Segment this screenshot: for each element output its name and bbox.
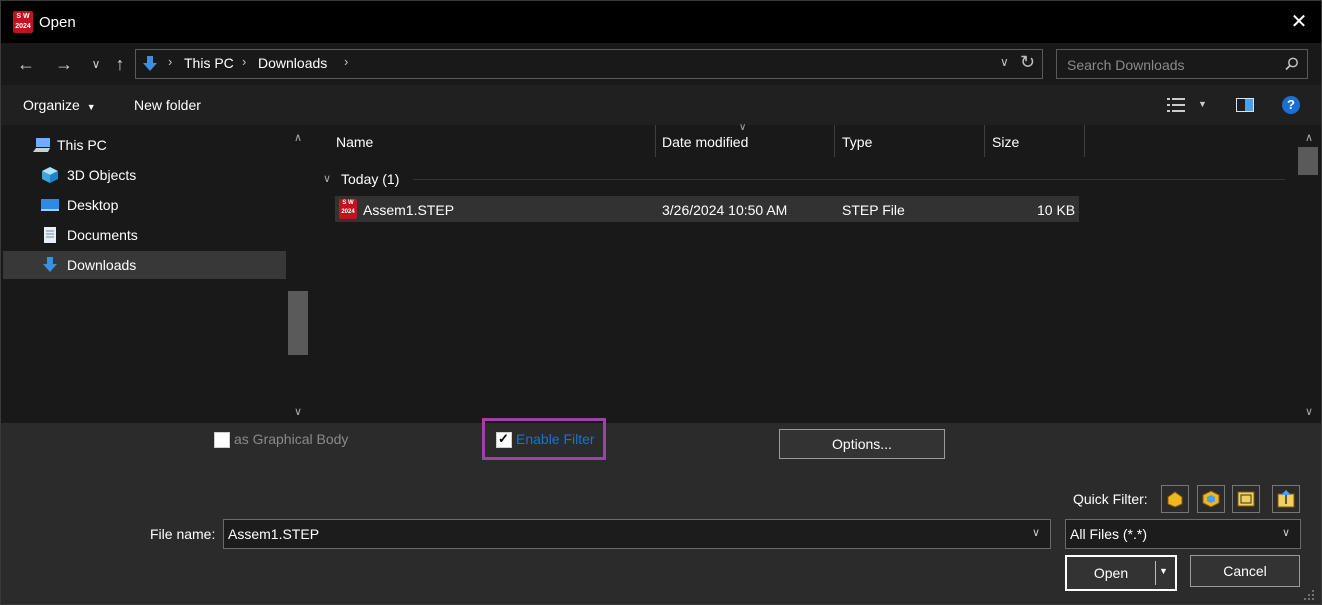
enable-filter-label[interactable]: Enable Filter — [516, 431, 595, 447]
sidebar-item-documents[interactable]: Documents — [3, 221, 286, 249]
up-arrow-icon[interactable]: ↑ — [109, 53, 131, 75]
file-name-combobox[interactable]: Assem1.STEP ∨ — [223, 519, 1051, 549]
file-name-input[interactable]: Assem1.STEP — [228, 526, 319, 542]
file-size-cell: 10 KB — [1037, 202, 1076, 218]
organize-dropdown-icon: ▼ — [86, 102, 96, 112]
group-collapse-chevron-icon[interactable]: ∨ — [323, 172, 331, 185]
file-type-value: All Files (*.*) — [1070, 526, 1148, 542]
navigation-bar: ← → ∨ ↑ › This PC › Downloads › ∨ ↻ — [1, 43, 1321, 85]
details-view-icon[interactable] — [1167, 98, 1187, 112]
sidebar-item-3d-objects[interactable]: 3D Objects — [3, 161, 286, 189]
filter-assemblies-icon — [1202, 490, 1220, 508]
command-toolbar: Organize ▼ New folder ▼ ? — [1, 85, 1321, 125]
file-name-cell: Assem1.STEP — [363, 202, 455, 218]
breadcrumb-chevron-icon: › — [242, 54, 247, 69]
document-icon — [44, 227, 56, 243]
download-arrow-icon — [143, 56, 157, 71]
navigation-pane-scroll-thumb[interactable] — [288, 291, 308, 355]
file-name-label: File name: — [150, 526, 216, 542]
sidebar-item-this-pc[interactable]: This PC — [0, 131, 262, 159]
enable-filter-checkbox[interactable] — [496, 431, 512, 448]
download-arrow-icon — [43, 257, 57, 272]
scroll-up-icon[interactable]: ∧ — [290, 131, 306, 144]
open-dialog: S W 2024 Open ✕ ← → ∨ ↑ › This PC › Down… — [0, 0, 1322, 605]
scroll-down-icon[interactable]: ∨ — [290, 405, 306, 418]
graphical-body-label: as Graphical Body — [234, 431, 349, 447]
address-bar[interactable]: › This PC › Downloads › ∨ ↻ — [135, 49, 1043, 79]
cube-icon — [42, 167, 58, 183]
graphical-body-checkbox[interactable] — [214, 432, 230, 448]
address-dropdown-chevron-icon[interactable]: ∨ — [1000, 55, 1009, 69]
breadcrumb-chevron-icon: › — [168, 54, 173, 69]
column-header-type[interactable]: Type — [842, 134, 872, 150]
group-header-today[interactable]: Today (1) — [341, 171, 399, 187]
filter-parts-button[interactable] — [1161, 485, 1189, 513]
breadcrumb-downloads[interactable]: Downloads — [258, 55, 327, 71]
navigation-pane: This PC 3D Objects Desktop Documents Dow… — [1, 125, 311, 423]
scroll-up-icon[interactable]: ∧ — [1301, 131, 1317, 144]
column-header-date-modified[interactable]: Date modified — [662, 134, 748, 150]
scroll-down-icon[interactable]: ∨ — [1301, 405, 1317, 418]
organize-button[interactable]: Organize ▼ — [23, 97, 96, 113]
sort-indicator-icon: ∨ — [739, 122, 747, 133]
table-row[interactable]: S W 2024 Assem1.STEP 3/26/2024 10:50 AM … — [335, 196, 1079, 222]
search-input[interactable] — [1065, 55, 1279, 75]
file-name-dropdown-chevron-icon[interactable]: ∨ — [1032, 526, 1040, 539]
column-header-name[interactable]: Name — [336, 134, 373, 150]
file-list-scroll-thumb[interactable] — [1298, 147, 1318, 175]
filter-top-level-assemblies-button[interactable] — [1272, 485, 1300, 513]
refresh-icon[interactable]: ↻ — [1020, 52, 1035, 73]
help-icon[interactable]: ? — [1282, 96, 1300, 114]
recent-locations-chevron-icon[interactable]: ∨ — [85, 53, 107, 75]
sidebar-item-desktop[interactable]: Desktop — [3, 191, 286, 219]
forward-arrow-icon[interactable]: → — [53, 53, 75, 75]
close-icon[interactable]: ✕ — [1287, 10, 1311, 34]
cancel-button[interactable]: Cancel — [1190, 555, 1300, 587]
title-bar: S W 2024 Open ✕ — [1, 1, 1321, 43]
resize-grip-icon[interactable] — [1303, 589, 1315, 601]
quick-filter-label: Quick Filter: — [1073, 491, 1148, 507]
navigation-pane-scrollbar[interactable] — [288, 125, 310, 423]
search-box[interactable] — [1056, 49, 1308, 79]
filter-parts-icon — [1167, 491, 1183, 508]
open-split-dropdown-icon[interactable]: ▼ — [1159, 566, 1168, 576]
file-list: Name ∨ Date modified Type Size ∨ Today (… — [313, 122, 1297, 423]
file-type-dropdown-chevron-icon[interactable]: ∨ — [1282, 526, 1290, 539]
desktop-icon — [41, 199, 59, 211]
file-date-cell: 3/26/2024 10:50 AM — [662, 202, 788, 218]
preview-pane-icon[interactable] — [1236, 98, 1254, 112]
filter-assemblies-button[interactable] — [1197, 485, 1225, 513]
breadcrumb-chevron-icon: › — [344, 54, 349, 69]
file-type-cell: STEP File — [842, 202, 905, 218]
sidebar-item-downloads[interactable]: Downloads — [3, 251, 286, 279]
filter-drawings-icon — [1237, 491, 1255, 507]
options-button[interactable]: Options... — [779, 429, 945, 459]
search-icon[interactable] — [1285, 57, 1299, 71]
breadcrumb-this-pc[interactable]: This PC — [184, 55, 234, 71]
computer-icon — [33, 138, 50, 152]
view-options-dropdown-icon[interactable]: ▼ — [1198, 99, 1207, 109]
file-type-select[interactable]: All Files (*.*) ∨ — [1065, 519, 1301, 549]
solidworks-logo-icon: S W 2024 — [13, 11, 33, 33]
column-header-size[interactable]: Size — [992, 134, 1019, 150]
open-button[interactable]: Open ▼ — [1065, 555, 1177, 591]
filter-top-level-assemblies-icon — [1277, 490, 1295, 508]
new-folder-button[interactable]: New folder — [134, 97, 201, 113]
window-title: Open — [39, 14, 76, 31]
filter-drawings-button[interactable] — [1232, 485, 1260, 513]
back-arrow-icon[interactable]: ← — [15, 53, 37, 75]
step-file-icon: S W 2024 — [339, 199, 357, 219]
